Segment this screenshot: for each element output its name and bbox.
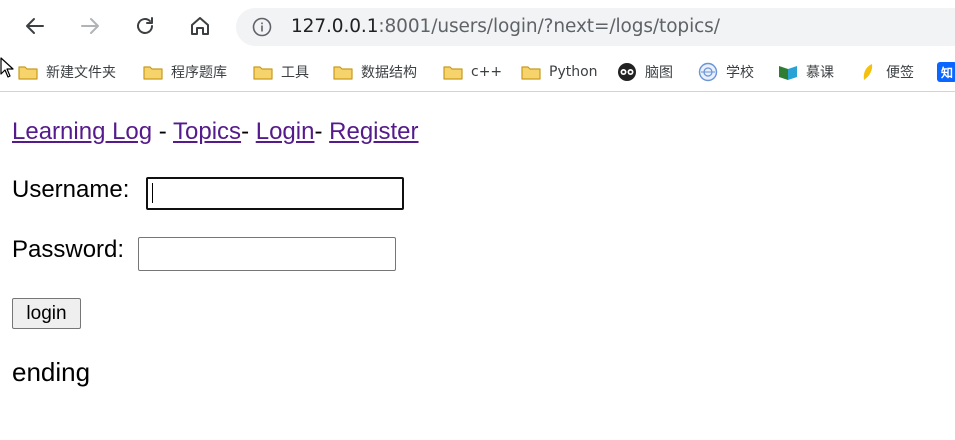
folder-icon — [521, 62, 541, 82]
folder-icon — [333, 62, 353, 82]
text-caret — [152, 183, 153, 203]
folder-icon — [18, 62, 38, 82]
browser-toolbar: 127.0.0.1:8001/users/login/?next=/logs/t… — [0, 0, 955, 54]
bookmark-item[interactable]: 知 — [937, 58, 955, 86]
bookmark-item[interactable]: 工具 — [253, 58, 309, 86]
site-nav: Learning Log - Topics- Login- Register — [12, 118, 419, 146]
footer-text: ending — [12, 357, 91, 387]
nav-separator: - — [152, 118, 174, 145]
bookmark-label: c++ — [471, 64, 503, 80]
note-leaf-icon — [858, 62, 878, 82]
bookmark-label: 程序题库 — [171, 65, 227, 81]
info-icon[interactable] — [252, 17, 272, 37]
school-emblem-icon — [698, 62, 718, 82]
bookmark-item[interactable]: 新建文件夹 — [18, 58, 116, 86]
password-input[interactable] — [138, 237, 396, 271]
reload-button[interactable] — [127, 8, 163, 44]
bookmark-item[interactable]: Python — [521, 58, 598, 86]
forward-button[interactable] — [72, 8, 108, 44]
password-label: Password: — [12, 236, 125, 263]
nav-separator: - — [314, 118, 330, 145]
bookmark-item[interactable]: c++ — [443, 58, 502, 86]
login-button[interactable]: login — [12, 298, 81, 329]
arrow-right-icon — [81, 18, 99, 34]
username-input[interactable] — [146, 177, 404, 210]
back-button[interactable] — [17, 8, 53, 44]
address-bar[interactable]: 127.0.0.1:8001/users/login/?next=/logs/t… — [236, 8, 955, 46]
bookmark-label: 工具 — [281, 65, 309, 81]
arrow-left-icon — [26, 18, 44, 34]
home-button[interactable] — [182, 8, 218, 44]
bookmark-item[interactable]: 脑图 — [617, 58, 673, 86]
bookmark-label: 学校 — [726, 65, 754, 81]
folder-icon — [143, 62, 163, 82]
bookmark-item[interactable]: 数据结构 — [333, 58, 417, 86]
bookmark-item[interactable]: 程序题库 — [143, 58, 227, 86]
topics-link[interactable]: Topics — [173, 118, 241, 145]
bookmark-label: 慕课 — [806, 65, 834, 81]
url-text[interactable]: 127.0.0.1:8001/users/login/?next=/logs/t… — [291, 16, 720, 37]
bookmarks-bar: 新建文件夹 程序题库 工具 数据结构 c++ Python 脑图 学校 慕课 便… — [0, 54, 955, 92]
url-path: :8001/users/login/?next=/logs/topics/ — [378, 16, 720, 37]
learning-log-link[interactable]: Learning Log — [12, 118, 152, 145]
username-label: Username: — [12, 176, 130, 203]
nav-separator: - — [241, 118, 256, 145]
page-content: Learning Log - Topics- Login- Register U… — [0, 92, 955, 440]
bookmark-item[interactable]: 学校 — [698, 58, 754, 86]
bookmark-item[interactable]: 便签 — [858, 58, 914, 86]
folder-icon — [443, 62, 463, 82]
bookmark-item[interactable]: 慕课 — [778, 58, 834, 86]
mooc-icon — [778, 62, 798, 82]
home-icon — [191, 17, 209, 35]
owl-icon — [617, 62, 637, 82]
url-host: 127.0.0.1 — [291, 16, 379, 37]
bookmark-label: 脑图 — [645, 65, 673, 81]
bookmark-label: 数据结构 — [361, 65, 417, 81]
bookmark-label: 新建文件夹 — [46, 65, 116, 81]
bookmark-label: 便签 — [886, 65, 914, 81]
reload-icon — [137, 17, 153, 34]
login-link[interactable]: Login — [256, 118, 315, 145]
folder-icon — [253, 62, 273, 82]
register-link[interactable]: Register — [329, 118, 418, 145]
mouse-cursor-icon — [0, 57, 14, 78]
zhihu-icon: 知 — [937, 62, 955, 82]
bookmark-label: Python — [549, 64, 598, 80]
